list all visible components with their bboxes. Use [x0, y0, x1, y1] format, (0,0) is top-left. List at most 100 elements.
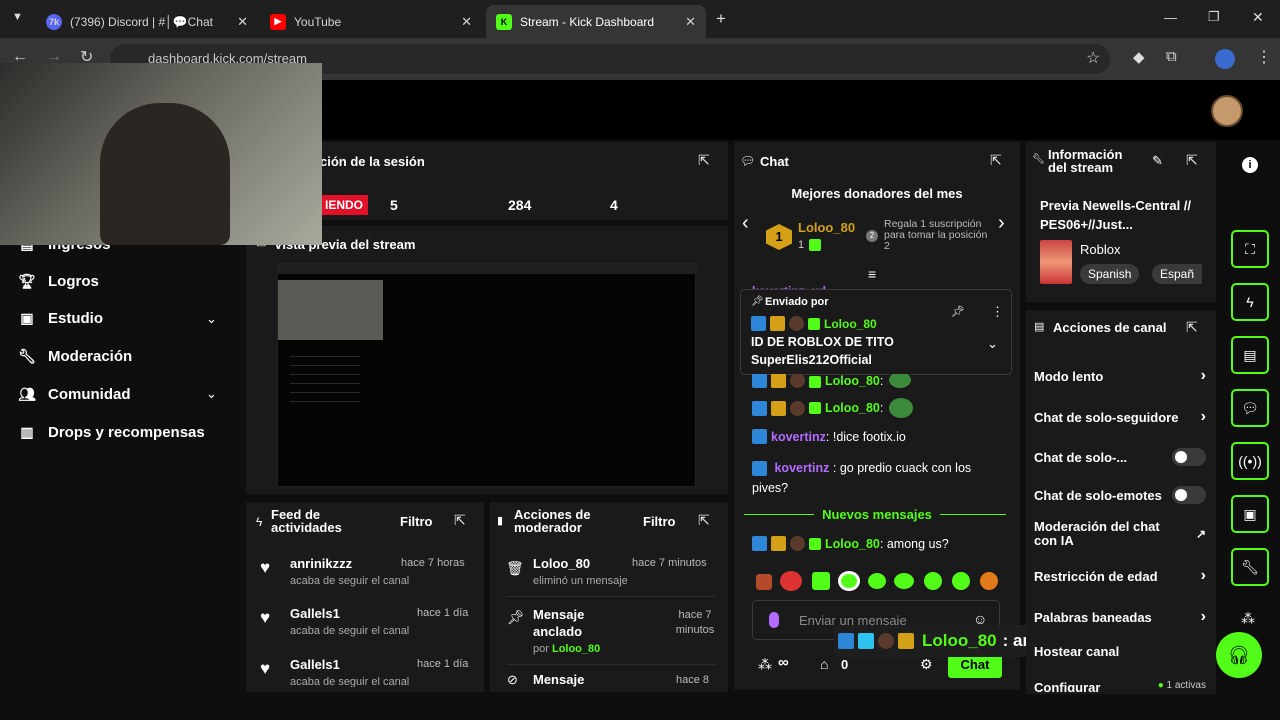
rail-broadcast-button[interactable]: ((•)) [1231, 442, 1269, 480]
emote-1-icon[interactable] [756, 574, 772, 590]
emote-5-icon[interactable] [868, 573, 886, 589]
minimize-icon[interactable]: — [1164, 10, 1177, 25]
maximize-icon[interactable]: ❐ [1208, 9, 1220, 25]
pinned-message[interactable]: 📌︎ Enviado por 📌︎ ⋮ Loloo_80 ID DE ROBLO… [740, 289, 1012, 375]
rail-screen-button[interactable]: ⛶ [1231, 230, 1269, 268]
expand-icon[interactable]: ⇱ [1186, 152, 1198, 169]
close-icon[interactable]: ✕ [237, 14, 248, 30]
feed-time: hace 1 día [417, 607, 469, 619]
tab-kick-dashboard[interactable]: K Stream - Kick Dashboard ✕ [486, 5, 706, 38]
gift-hint: Regala 1 suscripción para tomar la posic… [884, 218, 988, 252]
sidebar-item-comunidad[interactable]: 👥︎ Comunidad [18, 386, 130, 403]
tag-pill[interactable]: Españ [1152, 264, 1202, 284]
chevron-down-icon[interactable]: ⌄ [206, 386, 217, 402]
browser-tab-bar: ▼ 7k (7396) Discord | #│💬Chat ✕ ▶ YouTub… [0, 0, 1280, 38]
store-icon[interactable]: ⌂ [820, 656, 828, 672]
extensions-puzzle-icon[interactable]: ⧉ [1166, 48, 1177, 65]
collapse-donors-icon[interactable]: ≡ [868, 266, 876, 282]
sidebar-item-drops[interactable]: ▥ Drops y recompensas [18, 424, 204, 441]
crown-badge [898, 633, 914, 649]
profile-avatar[interactable] [1215, 49, 1235, 69]
points-icon[interactable]: ⁂ [758, 656, 772, 673]
chevron-down-icon[interactable]: ⌄ [987, 336, 998, 352]
chevron-right-icon[interactable]: › [998, 212, 1005, 235]
chat-user: kovertinz [774, 461, 830, 475]
rail-chat-button[interactable]: 💬︎ [1231, 389, 1269, 427]
help-support-button[interactable]: 🎧︎ [1216, 632, 1262, 678]
action-host-channel[interactable]: Hostear canal [1034, 644, 1206, 659]
action-emotes-only[interactable]: Chat de solo-emotes [1034, 486, 1206, 504]
gift-hint-badge: 2 [866, 230, 878, 242]
new-messages-line-right [940, 514, 1006, 515]
sidebar-item-logros[interactable]: 🏆︎ Logros [18, 273, 99, 290]
stream-preview-video[interactable] [277, 263, 697, 487]
emote-2-icon[interactable] [780, 571, 802, 591]
chat-user: kovertinz [771, 429, 826, 444]
chevron-down-icon[interactable]: ⌄ [206, 311, 217, 327]
chevron-left-icon[interactable]: ‹ [742, 212, 749, 235]
browser-menu-icon[interactable]: ⋮ [1256, 47, 1272, 67]
user-avatar[interactable] [1211, 95, 1243, 127]
feed-filter-button[interactable]: Filtro [400, 514, 433, 529]
tab-discord[interactable]: 7k (7396) Discord | #│💬Chat ✕ [36, 5, 258, 38]
gift-badge [808, 317, 820, 330]
rail-layout-button[interactable]: ▣ [1231, 495, 1269, 533]
action-banned-words[interactable]: Palabras baneadas › [1034, 608, 1206, 626]
window-close-icon[interactable]: ✕ [1252, 9, 1264, 26]
emote-6-icon[interactable] [894, 573, 914, 589]
tag-pill[interactable]: Spanish [1080, 264, 1140, 284]
mod-user: Loloo_80 [533, 556, 591, 571]
mic-icon[interactable] [769, 612, 779, 628]
unpin-icon[interactable]: 📌︎ [951, 305, 965, 318]
action-ai-moderation[interactable]: Moderación del chat con IA ↗ [1034, 520, 1206, 548]
expand-icon[interactable]: ⇱ [698, 152, 710, 169]
expand-icon[interactable]: ⇱ [698, 512, 710, 529]
edit-pencil-icon[interactable]: ✎ [1152, 153, 1163, 169]
action-age-restriction[interactable]: Restricción de edad › [1034, 567, 1206, 585]
info-icon[interactable]: i [1242, 157, 1258, 173]
expand-icon[interactable]: ⇱ [990, 152, 1002, 169]
action-label: Hostear canal [1034, 644, 1120, 659]
action-slow-mode[interactable]: Modo lento › [1034, 367, 1206, 385]
emote-8-icon[interactable] [952, 572, 970, 590]
mod-action-prefix: por [533, 643, 549, 655]
bookmark-star-icon[interactable]: ☆ [1086, 48, 1100, 68]
expand-icon[interactable]: ⇱ [1186, 319, 1198, 336]
more-options-icon[interactable]: ⋮ [991, 304, 1004, 320]
rail-bolt-button[interactable]: ϟ [1231, 283, 1269, 321]
action-subs-only[interactable]: Chat de solo-... [1034, 448, 1206, 466]
close-icon[interactable]: ✕ [685, 14, 696, 30]
tab-list-dropdown-icon[interactable]: ▼ [12, 11, 23, 23]
toggle-switch[interactable] [1172, 448, 1206, 466]
expand-icon[interactable]: ⇱ [454, 512, 466, 529]
emote-4-icon[interactable] [838, 571, 860, 591]
toggle-switch[interactable] [1172, 486, 1206, 504]
modactions-filter-button[interactable]: Filtro [643, 514, 676, 529]
wrench-icon: 🔧︎ [18, 348, 36, 364]
community-icon[interactable]: ⁂ [1241, 610, 1255, 627]
sidebar-item-moderacion[interactable]: 🔧︎ Moderación [18, 348, 132, 365]
settings-gear-icon[interactable]: ⚙ [920, 656, 933, 673]
rail-notes-button[interactable]: ▤ [1231, 336, 1269, 374]
sidebar-item-estudio[interactable]: ▣ Estudio [18, 310, 103, 327]
action-status-text: 1 activas [1166, 680, 1206, 691]
screen-icon: ⛶ [1245, 240, 1255, 257]
extension-icon[interactable]: ◆ [1133, 48, 1145, 66]
action-configure[interactable]: Configurar ● 1 activas [1034, 680, 1206, 692]
info-title: Información del stream [1048, 147, 1123, 175]
chat-panel: 💬︎ Chat ⇱ Mejores donadores del mes ‹ › … [734, 142, 1020, 690]
emote-9-icon[interactable] [980, 572, 998, 590]
moderator-badge [752, 429, 767, 444]
sidebar-item-label: Logros [48, 273, 99, 290]
action-followers-only[interactable]: Chat de solo-seguidore › [1034, 408, 1206, 426]
tab-youtube[interactable]: ▶ YouTube ✕ [260, 5, 482, 38]
rail-wrench-button[interactable]: 🔧︎ [1231, 548, 1269, 586]
emote-7-icon[interactable] [924, 572, 942, 590]
avatar-badge [790, 374, 805, 388]
action-label: Configurar [1034, 680, 1101, 692]
feed-title: Feed de actividades [271, 507, 342, 535]
chat-text: : [879, 374, 884, 388]
emote-3-icon[interactable] [812, 572, 830, 590]
close-icon[interactable]: ✕ [461, 14, 472, 30]
new-tab-icon[interactable]: + [716, 9, 726, 29]
